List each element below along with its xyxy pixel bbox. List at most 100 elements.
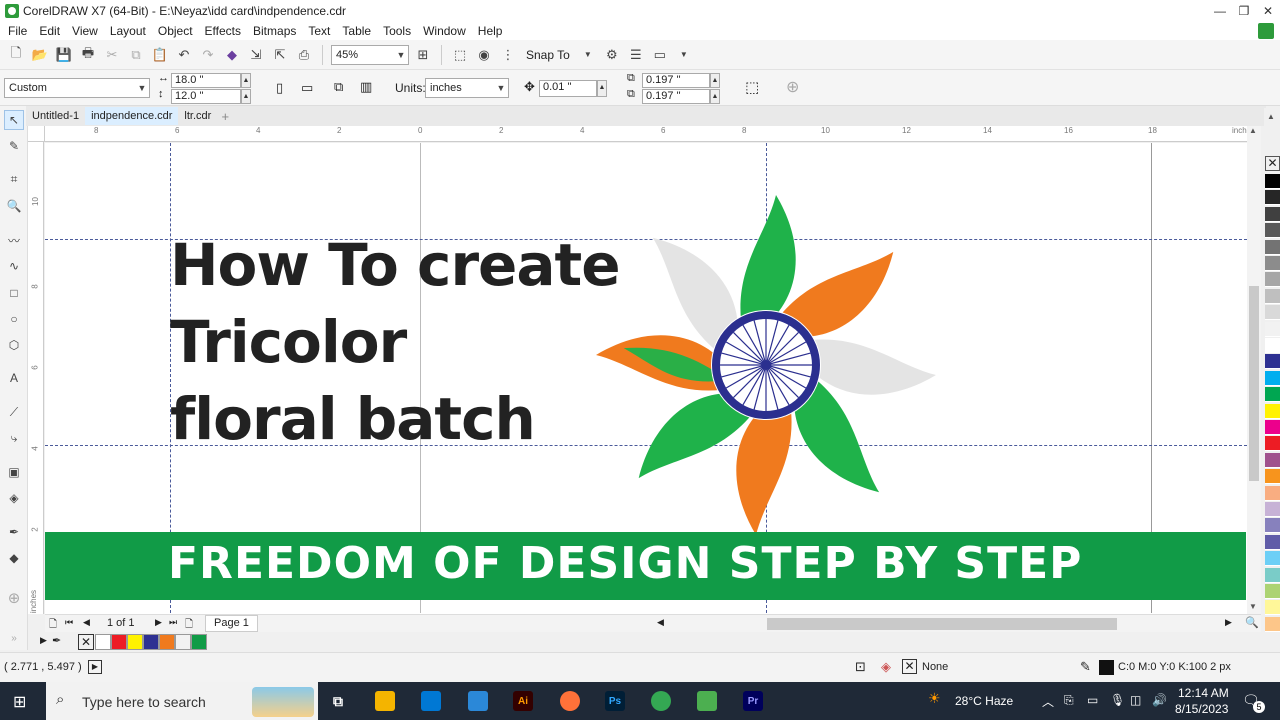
tab-ltr[interactable]: ltr.cdr [178,107,217,125]
fill-settings-icon[interactable]: ⊡ [855,659,866,675]
connector-tool-icon[interactable]: ⤷ [4,428,24,448]
network-icon[interactable]: ⎘ [1064,693,1074,708]
nudge-distance-input[interactable]: 0.01 " [539,80,597,97]
menu-text[interactable]: Text [304,24,338,38]
palette-swatch[interactable] [1265,321,1280,337]
palette-swatch[interactable] [1265,616,1280,632]
all-pages-icon[interactable]: ⧉ [334,79,343,95]
rectangle-tool-icon[interactable]: □ [4,283,24,303]
wifi-icon[interactable]: ◫ [1130,693,1141,707]
palette-swatch[interactable] [1265,452,1280,468]
transparency-tool-icon[interactable]: ◈ [4,488,24,508]
vertical-ruler[interactable]: 10 8 6 4 2 inches [28,142,44,614]
import-icon[interactable]: ⇲ [246,45,266,65]
tab-untitled-1[interactable]: Untitled-1 [26,107,85,125]
copy-icon[interactable]: ⧉ [126,45,146,65]
open-folder-icon[interactable]: 📂 [30,45,50,65]
palette-swatch[interactable] [1265,338,1280,353]
spin-up-icon[interactable]: ▲ [710,89,720,104]
export-icon[interactable]: ⇱ [270,45,290,65]
eyedropper-tool-icon[interactable]: ✒ [4,522,24,542]
scroll-left-icon[interactable]: ◀ [657,617,664,628]
menu-edit[interactable]: Edit [35,24,68,38]
clock-date[interactable]: 8/15/2023 [1175,702,1228,716]
restore-button[interactable]: ❐ [1232,0,1256,22]
duplicate-y-input[interactable]: 0.197 " [642,89,710,104]
chevron-down-icon[interactable]: ▼ [674,45,694,65]
zoom-fit-icon[interactable]: ⊞ [413,45,433,65]
no-color-swatch[interactable]: ✕ [78,634,94,650]
document-palette-swatch[interactable] [159,634,175,650]
palette-swatch[interactable] [1265,534,1280,550]
palette-swatch[interactable] [1265,174,1280,189]
text-tool-icon[interactable]: A [4,368,24,388]
document-palette-swatch[interactable] [127,634,143,650]
page-size-combo[interactable]: Custom ▼ [4,78,150,98]
palette-swatch[interactable] [1265,256,1280,271]
palette-swatch[interactable] [1265,305,1280,321]
tab-indpendence[interactable]: indpendence.cdr [85,107,179,125]
menu-window[interactable]: Window [419,24,474,38]
horizontal-scrollbar-thumb[interactable] [767,618,1117,630]
search-content-icon[interactable]: ◆ [222,45,242,65]
duplicate-x-input[interactable]: 0.197 " [642,73,710,88]
menu-tools[interactable]: Tools [379,24,419,38]
palette-swatch[interactable] [1265,420,1280,435]
coreldraw-taskbar-icon[interactable] [697,691,717,711]
zoom-tool-icon[interactable]: 🔍 [4,196,24,216]
palette-swatch[interactable] [1265,502,1280,517]
units-combo[interactable]: inches ▼ [425,78,509,98]
new-document-icon[interactable]: 🗋 [6,45,26,65]
zoom-icon[interactable]: 🔍 [1245,616,1259,629]
scrollbar-thumb[interactable] [1249,286,1259,481]
scroll-right-icon[interactable]: ▶ [1225,617,1232,628]
portrait-icon[interactable]: ▯ [276,80,283,96]
firefox-icon[interactable] [560,691,580,711]
microsoft-store-icon[interactable] [421,691,441,711]
palette-swatch[interactable] [1265,485,1280,501]
palette-swatch[interactable] [1265,403,1280,419]
menu-object[interactable]: Object [154,24,201,38]
headline-line-1[interactable]: How To create [170,231,621,299]
palette-swatch[interactable] [1265,223,1280,239]
palette-swatch[interactable] [1265,567,1280,583]
palette-swatch[interactable] [1265,272,1280,288]
document-palette-swatch[interactable] [95,634,111,650]
vertical-scrollbar[interactable]: ▲ ▼ [1247,126,1261,616]
play-icon[interactable]: ▶ [88,660,102,674]
chrome-icon[interactable] [651,691,671,711]
palette-swatch[interactable] [1265,600,1280,616]
weather-text[interactable]: 28°C Haze [955,694,1013,708]
cut-icon[interactable]: ✂ [102,45,122,65]
application-launcher-icon[interactable]: ☰ [626,45,646,65]
full-screen-preview-icon[interactable]: ⬚ [450,45,470,65]
document-palette-swatch[interactable] [175,634,191,650]
options-icon[interactable]: ⚙ [602,45,622,65]
interactive-fill-tool-icon[interactable]: ◆ [4,548,24,568]
first-page-icon[interactable]: ⏮ [65,617,73,628]
palette-swatch[interactable] [1265,288,1280,304]
freehand-tool-icon[interactable]: 〰 [4,230,24,250]
save-icon[interactable]: 💾 [54,45,74,65]
spin-up-icon[interactable]: ▲ [710,73,720,88]
palette-swatch[interactable] [1265,518,1280,534]
page-width-input[interactable]: 18.0 " [171,73,241,88]
document-palette-swatch[interactable] [111,634,127,650]
microphone-icon[interactable]: 🎙 [1110,693,1125,707]
taskbar-search[interactable]: ⌕ Type here to search [46,682,318,720]
corel-connect-icon[interactable] [1258,23,1274,39]
palette-swatch[interactable] [1265,206,1280,222]
chevron-down-icon[interactable]: ▼ [1249,602,1257,611]
palette-swatch[interactable] [1265,387,1280,403]
paste-icon[interactable]: 📋 [150,45,170,65]
zoom-combo[interactable]: 45% ▼ [331,44,409,65]
clock-time[interactable]: 12:14 AM [1178,686,1229,700]
ellipse-tool-icon[interactable]: ○ [4,309,24,329]
palette-swatch[interactable] [1265,551,1280,567]
tricolor-floral-badge[interactable] [596,195,936,535]
spin-up-icon[interactable]: ▲ [241,89,251,104]
eyedropper-icon[interactable]: ✒ [52,634,61,647]
treat-as-filled-icon[interactable]: ⬚ [745,78,759,96]
document-palette-swatch[interactable] [191,634,207,650]
banner[interactable]: FREEDOM OF DESIGN STEP BY STEP [45,532,1246,600]
